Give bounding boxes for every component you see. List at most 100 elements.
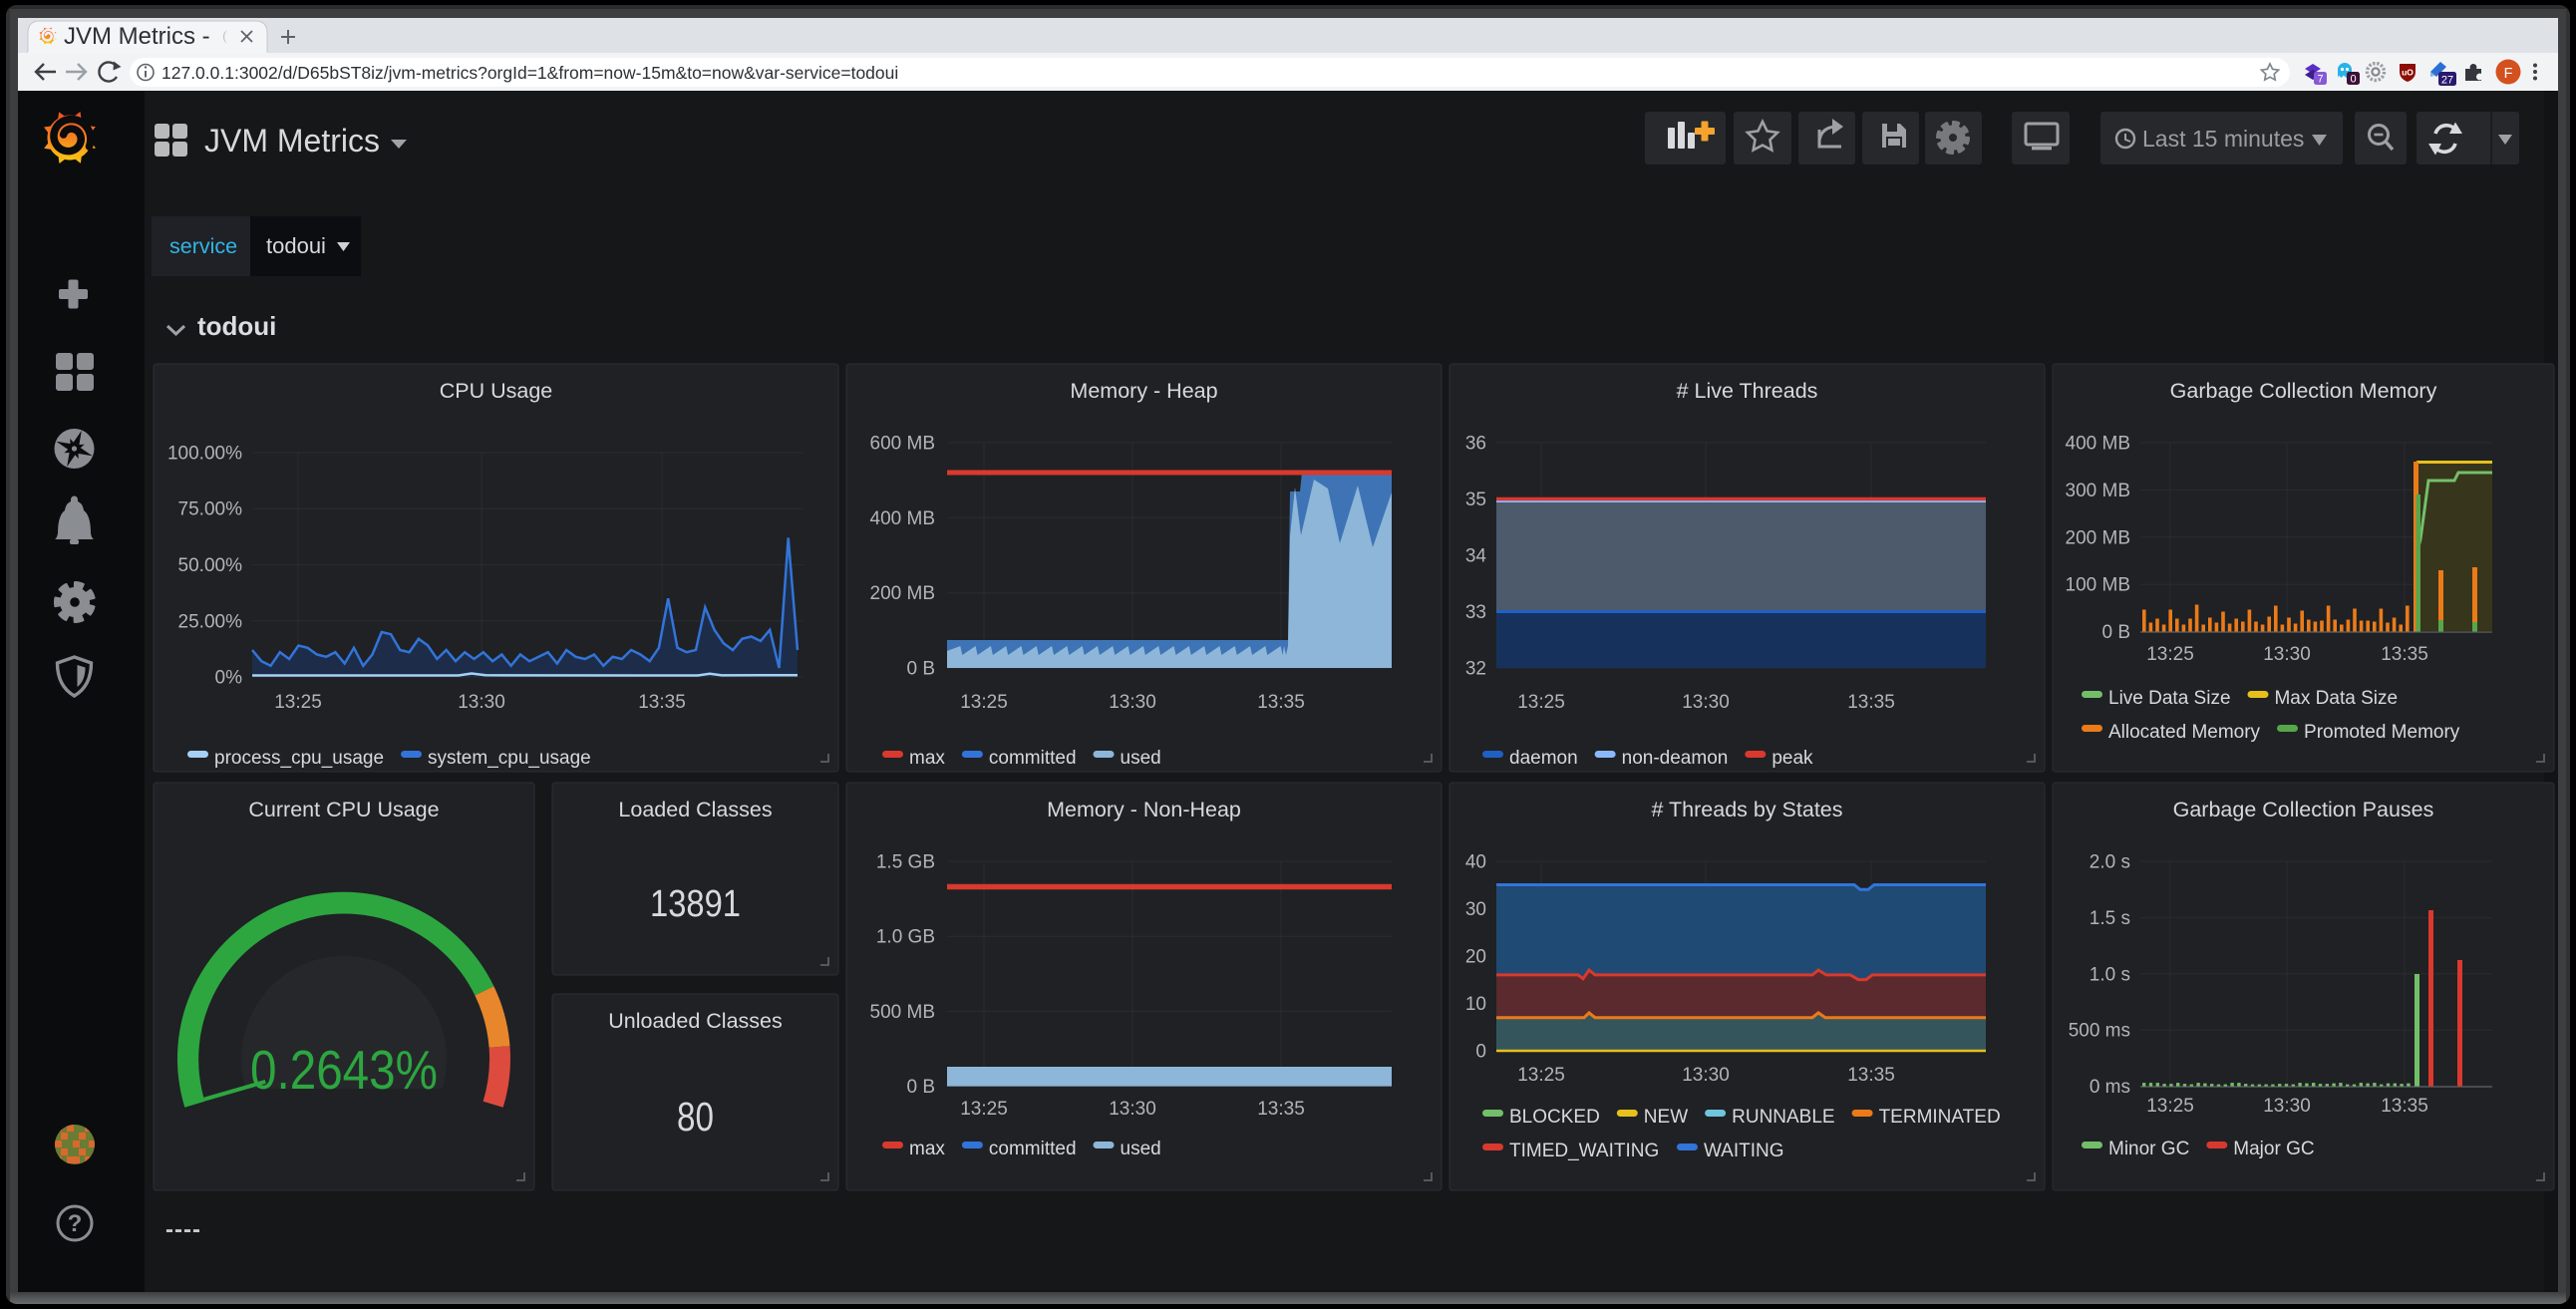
svg-text:13:35: 13:35 bbox=[1257, 692, 1305, 713]
svg-text:uO: uO bbox=[2402, 68, 2414, 78]
svg-text:13:30: 13:30 bbox=[1682, 692, 1730, 713]
svg-text:non-deamon: non-deamon bbox=[1622, 748, 1729, 769]
svg-text:13:25: 13:25 bbox=[2146, 644, 2194, 665]
svg-text:0: 0 bbox=[1475, 1042, 1486, 1063]
svg-text:----: ---- bbox=[165, 1216, 201, 1243]
svg-text:F: F bbox=[2504, 66, 2513, 82]
svg-text:committed: committed bbox=[989, 1139, 1077, 1159]
svg-text:Garbage Collection Pauses: Garbage Collection Pauses bbox=[2173, 798, 2434, 821]
svg-text:7: 7 bbox=[2317, 74, 2323, 86]
svg-text:todoui: todoui bbox=[197, 311, 276, 341]
svg-text:process_cpu_usage: process_cpu_usage bbox=[214, 748, 384, 769]
svg-text:27: 27 bbox=[2441, 75, 2453, 87]
svg-text:Max Data Size: Max Data Size bbox=[2274, 688, 2398, 709]
svg-text:13:25: 13:25 bbox=[1517, 1065, 1565, 1086]
svg-text:Allocated Memory: Allocated Memory bbox=[2108, 722, 2261, 743]
svg-text:400 MB: 400 MB bbox=[870, 508, 935, 529]
svg-text:10: 10 bbox=[1465, 994, 1486, 1015]
svg-text:used: used bbox=[1121, 748, 1161, 769]
svg-text:20: 20 bbox=[1465, 947, 1486, 968]
svg-text:13:25: 13:25 bbox=[1517, 692, 1565, 713]
svg-text:1.0 GB: 1.0 GB bbox=[876, 927, 935, 948]
svg-text:daemon: daemon bbox=[1509, 748, 1578, 769]
svg-text:34: 34 bbox=[1465, 546, 1487, 567]
svg-text:13:25: 13:25 bbox=[960, 1099, 1008, 1120]
svg-text:13:35: 13:35 bbox=[638, 692, 686, 713]
svg-text:600 MB: 600 MB bbox=[870, 434, 935, 455]
svg-text:36: 36 bbox=[1465, 434, 1486, 455]
svg-text:13:35: 13:35 bbox=[1257, 1099, 1305, 1120]
svg-text:80: 80 bbox=[677, 1094, 714, 1140]
svg-text:75.00%: 75.00% bbox=[178, 499, 243, 520]
svg-text:0 ms: 0 ms bbox=[2090, 1077, 2130, 1098]
svg-text:JVM Metrics -: JVM Metrics - bbox=[64, 23, 210, 50]
svg-text:0%: 0% bbox=[215, 668, 243, 689]
svg-text:1.5 GB: 1.5 GB bbox=[876, 852, 935, 873]
svg-text:Promoted Memory: Promoted Memory bbox=[2304, 722, 2460, 743]
svg-text:0.2643%: 0.2643% bbox=[250, 1039, 438, 1101]
svg-text:13:25: 13:25 bbox=[2146, 1096, 2194, 1117]
svg-text:service: service bbox=[169, 234, 237, 258]
svg-text:25.00%: 25.00% bbox=[178, 611, 243, 632]
svg-text:13:35: 13:35 bbox=[1847, 1065, 1895, 1086]
svg-text:Last 15 minutes: Last 15 minutes bbox=[2142, 126, 2304, 152]
svg-text:# Threads by States: # Threads by States bbox=[1651, 798, 1842, 821]
svg-text:13:30: 13:30 bbox=[2263, 644, 2311, 665]
svg-text:13:35: 13:35 bbox=[1847, 692, 1895, 713]
svg-text:Minor GC: Minor GC bbox=[2108, 1139, 2189, 1159]
svg-text:13:30: 13:30 bbox=[2263, 1096, 2311, 1117]
svg-text:Live Data Size: Live Data Size bbox=[2108, 688, 2231, 709]
svg-text:400 MB: 400 MB bbox=[2066, 434, 2130, 455]
svg-text:13:25: 13:25 bbox=[960, 692, 1008, 713]
svg-text:?: ? bbox=[68, 1210, 83, 1237]
svg-text:Loaded Classes: Loaded Classes bbox=[618, 798, 772, 821]
svg-text:13:30: 13:30 bbox=[1682, 1065, 1730, 1086]
svg-text:40: 40 bbox=[1465, 852, 1486, 873]
svg-text:200 MB: 200 MB bbox=[870, 583, 935, 604]
svg-text:Memory - Non-Heap: Memory - Non-Heap bbox=[1047, 798, 1241, 821]
svg-text:13:30: 13:30 bbox=[1109, 1099, 1156, 1120]
svg-text:TIMED_WAITING: TIMED_WAITING bbox=[1509, 1141, 1659, 1161]
svg-text:13:30: 13:30 bbox=[1109, 692, 1156, 713]
svg-text:13:35: 13:35 bbox=[2381, 1096, 2428, 1117]
svg-text:100 MB: 100 MB bbox=[2066, 575, 2130, 596]
svg-text:33: 33 bbox=[1465, 602, 1486, 623]
svg-text:max: max bbox=[909, 748, 945, 769]
svg-text:peak: peak bbox=[1771, 748, 1813, 769]
svg-text:0: 0 bbox=[2350, 74, 2356, 86]
svg-text:Memory - Heap: Memory - Heap bbox=[1070, 379, 1217, 403]
svg-text:200 MB: 200 MB bbox=[2066, 527, 2130, 548]
svg-text:Current CPU Usage: Current CPU Usage bbox=[248, 798, 439, 821]
svg-text:RUNNABLE: RUNNABLE bbox=[1732, 1107, 1834, 1128]
svg-text:TERMINATED: TERMINATED bbox=[1879, 1107, 2001, 1128]
svg-text:system_cpu_usage: system_cpu_usage bbox=[428, 748, 591, 769]
svg-text:BLOCKED: BLOCKED bbox=[1509, 1107, 1600, 1128]
svg-text:committed: committed bbox=[989, 748, 1077, 769]
svg-text:0 B: 0 B bbox=[2101, 622, 2130, 643]
svg-text:32: 32 bbox=[1465, 659, 1486, 680]
svg-text:127.0.0.1:3002/d/D65bST8iz/jvm: 127.0.0.1:3002/d/D65bST8iz/jvm-metrics?o… bbox=[161, 63, 898, 83]
svg-text:30: 30 bbox=[1465, 899, 1486, 920]
svg-text:NEW: NEW bbox=[1644, 1107, 1688, 1128]
svg-text:JVM Metrics: JVM Metrics bbox=[204, 123, 380, 159]
svg-text:50.00%: 50.00% bbox=[178, 555, 243, 576]
svg-text:1.5 s: 1.5 s bbox=[2090, 908, 2130, 929]
svg-text:CPU Usage: CPU Usage bbox=[440, 379, 553, 403]
svg-text:WAITING: WAITING bbox=[1704, 1141, 1784, 1161]
svg-text:0 B: 0 B bbox=[906, 659, 935, 680]
svg-text:# Live Threads: # Live Threads bbox=[1677, 379, 1818, 403]
svg-text:Unloaded Classes: Unloaded Classes bbox=[608, 1009, 783, 1033]
svg-text:13:25: 13:25 bbox=[274, 692, 322, 713]
svg-text:13:30: 13:30 bbox=[458, 692, 505, 713]
svg-text:300 MB: 300 MB bbox=[2066, 481, 2130, 501]
svg-text:13891: 13891 bbox=[650, 883, 741, 925]
svg-text:35: 35 bbox=[1465, 490, 1486, 510]
svg-text:todoui: todoui bbox=[266, 233, 326, 258]
svg-text:Garbage Collection Memory: Garbage Collection Memory bbox=[2170, 379, 2437, 403]
svg-text:13:35: 13:35 bbox=[2381, 644, 2428, 665]
svg-text:500 ms: 500 ms bbox=[2069, 1021, 2130, 1042]
svg-text:Major GC: Major GC bbox=[2233, 1139, 2314, 1159]
svg-text:0 B: 0 B bbox=[906, 1077, 935, 1098]
svg-text:used: used bbox=[1121, 1139, 1161, 1159]
svg-text:2.0 s: 2.0 s bbox=[2090, 852, 2130, 873]
